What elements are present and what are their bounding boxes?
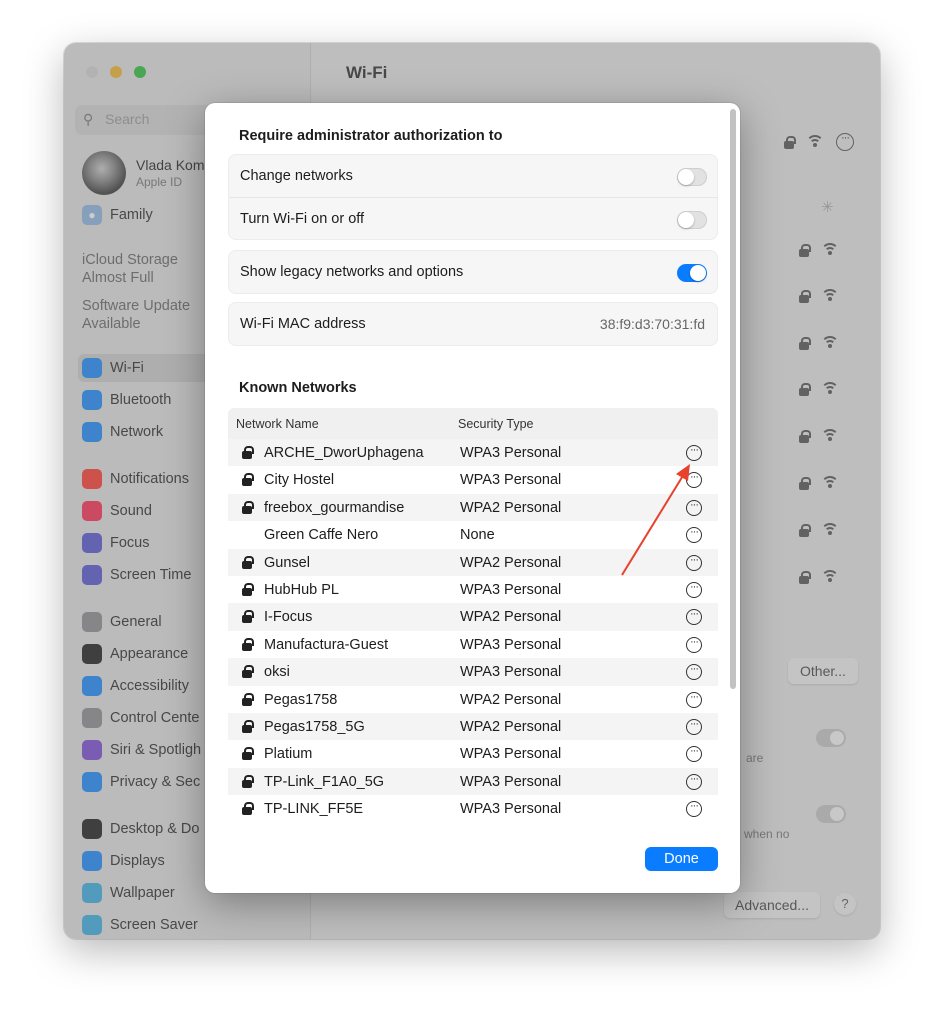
annotation-arrow — [621, 464, 690, 576]
annotation-arrow-shaft — [621, 473, 685, 576]
annotation-arrow-head — [676, 464, 690, 481]
